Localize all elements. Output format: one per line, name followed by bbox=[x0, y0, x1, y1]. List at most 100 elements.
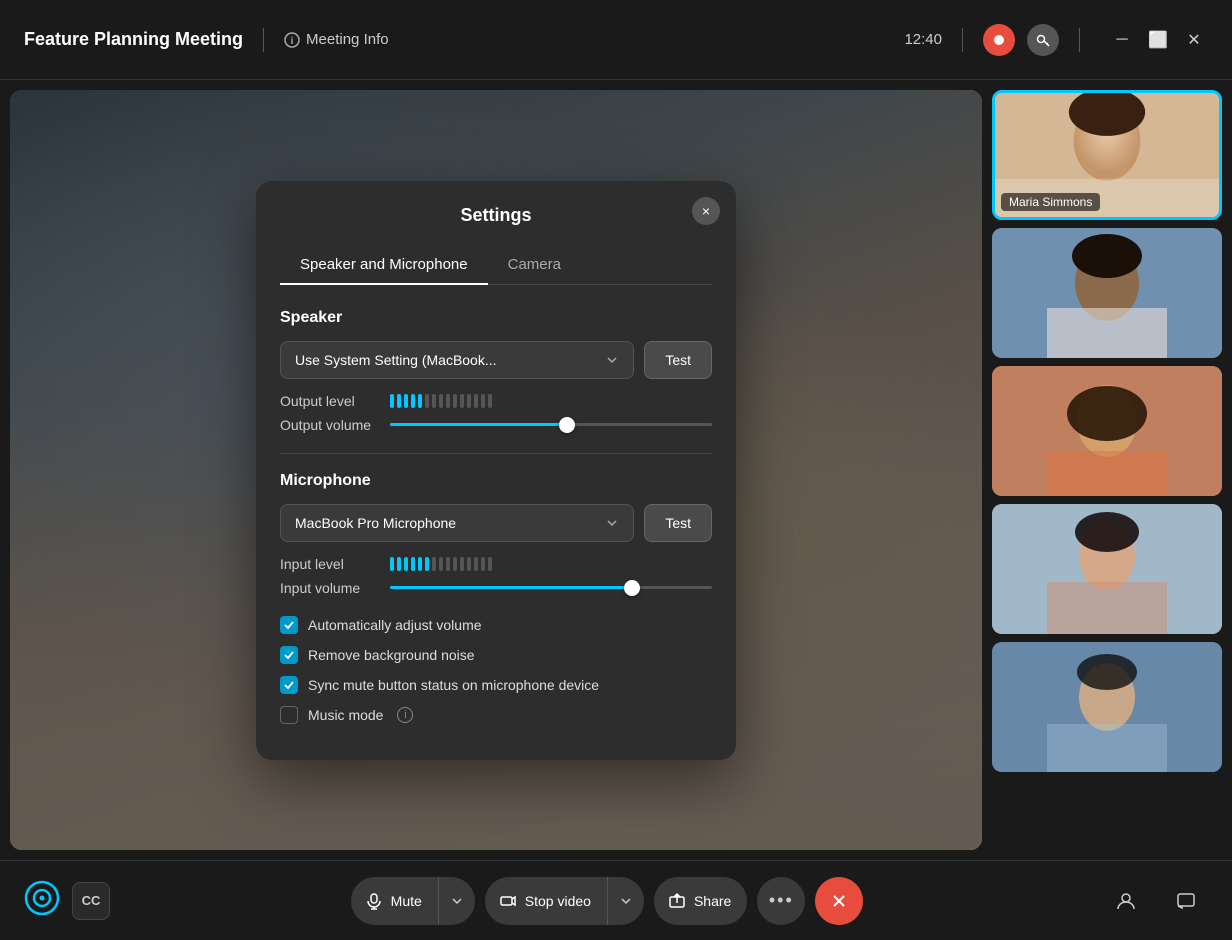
input-volume-slider[interactable] bbox=[390, 578, 712, 598]
bar bbox=[446, 394, 450, 408]
participant-tile-4[interactable] bbox=[992, 504, 1222, 634]
toolbar: CC Mute bbox=[0, 860, 1232, 940]
microphone-select[interactable]: MacBook Pro Microphone bbox=[280, 504, 634, 542]
participant-name-1: Maria Simmons bbox=[1001, 193, 1100, 211]
volume-track bbox=[390, 586, 712, 589]
key-button[interactable] bbox=[1027, 24, 1059, 56]
svg-text:i: i bbox=[291, 36, 294, 47]
bar bbox=[439, 557, 443, 571]
bar bbox=[439, 394, 443, 408]
more-button[interactable]: ••• bbox=[757, 877, 805, 925]
title-bar: Feature Planning Meeting i Meeting Info … bbox=[0, 0, 1232, 80]
output-level-bars bbox=[390, 394, 492, 408]
modal-overlay: × Settings Speaker and Microphone Camera… bbox=[10, 90, 982, 850]
input-level-label: Input level bbox=[280, 556, 380, 572]
bar bbox=[453, 394, 457, 408]
toolbar-center: Mute Stop video bbox=[351, 877, 864, 925]
participants-button[interactable] bbox=[1104, 879, 1148, 923]
bar bbox=[404, 394, 408, 408]
speaker-select[interactable]: Use System Setting (MacBook... bbox=[280, 341, 634, 379]
speaker-test-button[interactable]: Test bbox=[644, 341, 712, 379]
microphone-test-button[interactable]: Test bbox=[644, 504, 712, 542]
share-icon bbox=[668, 892, 686, 910]
volume-thumb[interactable] bbox=[624, 580, 640, 596]
meeting-title: Feature Planning Meeting bbox=[24, 29, 243, 50]
volume-track bbox=[390, 423, 712, 426]
chevron-down-icon bbox=[605, 516, 619, 530]
microphone-input-volume-row: Input volume bbox=[280, 578, 712, 598]
bar bbox=[467, 394, 471, 408]
music-mode-checkbox[interactable] bbox=[280, 706, 298, 724]
music-mode-info-icon[interactable]: i bbox=[397, 707, 413, 723]
mute-action[interactable]: Mute bbox=[351, 877, 475, 925]
bar bbox=[481, 394, 485, 408]
participant-tile-1[interactable]: Maria Simmons bbox=[992, 90, 1222, 220]
bar bbox=[418, 557, 422, 571]
chat-icon bbox=[1175, 890, 1197, 912]
output-volume-label: Output volume bbox=[280, 417, 380, 433]
stop-video-action[interactable]: Stop video bbox=[485, 877, 644, 925]
stop-video-main[interactable]: Stop video bbox=[485, 877, 608, 925]
participant-tile-5[interactable] bbox=[992, 642, 1222, 772]
mute-main[interactable]: Mute bbox=[351, 877, 439, 925]
microphone-section-title: Microphone bbox=[280, 472, 712, 490]
bar bbox=[425, 394, 429, 408]
bar bbox=[474, 557, 478, 571]
participant-tile-3[interactable] bbox=[992, 366, 1222, 496]
chevron-down-icon bbox=[451, 895, 463, 907]
video-area: × Settings Speaker and Microphone Camera… bbox=[10, 90, 982, 850]
title-right-divider bbox=[962, 28, 963, 52]
cc-button[interactable]: CC bbox=[72, 882, 110, 920]
title-right-divider2 bbox=[1079, 28, 1080, 52]
key-icon bbox=[1035, 32, 1051, 48]
end-call-icon bbox=[829, 891, 849, 911]
meeting-info-button[interactable]: i Meeting Info bbox=[284, 31, 389, 48]
bar bbox=[397, 557, 401, 571]
record-button[interactable] bbox=[983, 24, 1015, 56]
chat-button[interactable] bbox=[1164, 879, 1208, 923]
noise-removal-label: Remove background noise bbox=[308, 647, 475, 663]
webex-logo bbox=[24, 880, 60, 921]
title-divider bbox=[263, 28, 264, 52]
bar bbox=[467, 557, 471, 571]
mute-chevron[interactable] bbox=[439, 877, 475, 925]
end-call-button[interactable] bbox=[815, 877, 863, 925]
more-icon: ••• bbox=[769, 890, 794, 911]
minimize-button[interactable]: ─ bbox=[1108, 26, 1136, 54]
bar bbox=[474, 394, 478, 408]
video-icon bbox=[499, 892, 517, 910]
share-action[interactable]: Share bbox=[654, 877, 747, 925]
output-level-label: Output level bbox=[280, 393, 380, 409]
auto-volume-checkbox[interactable] bbox=[280, 616, 298, 634]
modal-close-button[interactable]: × bbox=[692, 197, 720, 225]
noise-removal-checkbox[interactable] bbox=[280, 646, 298, 664]
tab-camera[interactable]: Camera bbox=[488, 246, 581, 285]
noise-removal-row: Remove background noise bbox=[280, 646, 712, 664]
chevron-down-icon bbox=[620, 895, 632, 907]
music-mode-label: Music mode bbox=[308, 707, 383, 723]
sync-mute-label: Sync mute button status on microphone de… bbox=[308, 677, 599, 693]
meeting-info-label: Meeting Info bbox=[306, 31, 389, 48]
bar bbox=[446, 557, 450, 571]
output-volume-slider[interactable] bbox=[390, 415, 712, 435]
bar bbox=[404, 557, 408, 571]
participant-tile-2[interactable] bbox=[992, 228, 1222, 358]
chevron-down-icon bbox=[605, 353, 619, 367]
maximize-button[interactable]: ⬜ bbox=[1144, 26, 1172, 54]
close-button[interactable]: ✕ bbox=[1180, 26, 1208, 54]
settings-modal: × Settings Speaker and Microphone Camera… bbox=[256, 181, 736, 760]
volume-thumb[interactable] bbox=[559, 417, 575, 433]
microphone-icon bbox=[365, 892, 383, 910]
sync-mute-checkbox[interactable] bbox=[280, 676, 298, 694]
bar bbox=[488, 557, 492, 571]
mute-label: Mute bbox=[391, 893, 422, 909]
stop-video-chevron[interactable] bbox=[608, 877, 644, 925]
toolbar-right bbox=[1104, 879, 1208, 923]
input-level-bars bbox=[390, 557, 492, 571]
bar bbox=[488, 394, 492, 408]
share-main[interactable]: Share bbox=[654, 877, 747, 925]
bar bbox=[418, 394, 422, 408]
bar bbox=[397, 394, 401, 408]
bar bbox=[453, 557, 457, 571]
tab-speaker-microphone[interactable]: Speaker and Microphone bbox=[280, 246, 488, 285]
